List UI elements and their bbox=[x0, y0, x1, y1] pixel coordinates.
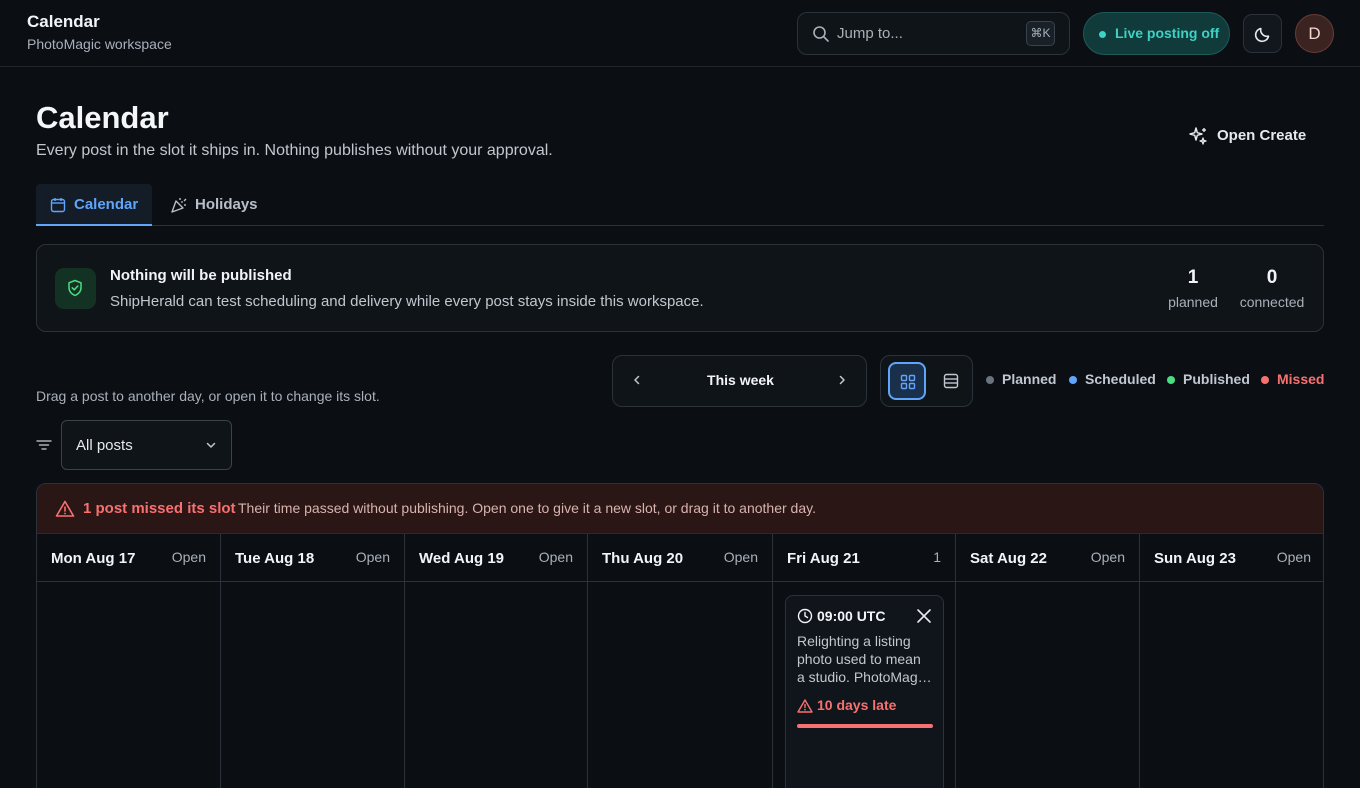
tab-holidays-label: Holidays bbox=[195, 196, 258, 213]
planned-count: 1 bbox=[1187, 267, 1199, 288]
status-legend: Planned Scheduled Published Missed bbox=[986, 371, 1326, 389]
legend-dot bbox=[1261, 376, 1269, 384]
day-header-sat: Sat Aug 22 Open bbox=[956, 534, 1140, 582]
connected-label: connected bbox=[1239, 294, 1305, 310]
warning-icon bbox=[55, 500, 75, 517]
late-progress-fill bbox=[797, 724, 933, 728]
filter-value: All posts bbox=[76, 437, 133, 454]
late-progress-bar bbox=[797, 724, 933, 728]
missed-banner: 1 post missed its slot Their time passed… bbox=[37, 484, 1323, 534]
workspace-name: PhotoMagic workspace bbox=[27, 36, 172, 52]
post-card[interactable]: 09:00 UTC Relighting a listing photo use… bbox=[785, 595, 944, 788]
week-label[interactable]: This week bbox=[613, 372, 868, 388]
planned-label: planned bbox=[1168, 294, 1218, 310]
shield-badge bbox=[55, 268, 96, 309]
sandbox-notice: Nothing will be published ShipHerald can… bbox=[36, 244, 1324, 332]
jump-to-search[interactable]: Jump to... ⌘K bbox=[797, 12, 1070, 55]
tab-holidays[interactable]: Holidays bbox=[166, 184, 276, 226]
live-posting-toggle[interactable]: Live posting off bbox=[1083, 12, 1230, 55]
page-subtitle: Every post in the slot it ships in. Noth… bbox=[36, 142, 553, 159]
x-logo-icon bbox=[917, 609, 931, 623]
grid-icon bbox=[900, 374, 916, 390]
top-bar: Calendar PhotoMagic workspace Jump to...… bbox=[0, 0, 1360, 67]
legend-dot bbox=[1167, 376, 1175, 384]
tab-calendar[interactable]: Calendar bbox=[36, 184, 152, 226]
party-popper-icon bbox=[171, 198, 187, 213]
open-day-button[interactable]: Open bbox=[356, 549, 390, 565]
connected-stat: 0 connected bbox=[1233, 267, 1311, 310]
day-header-fri: Fri Aug 21 1 bbox=[773, 534, 956, 582]
day-cell-tue[interactable] bbox=[221, 582, 405, 788]
calendar-icon bbox=[50, 198, 66, 213]
user-avatar[interactable]: D bbox=[1295, 14, 1334, 53]
chevron-right-icon[interactable] bbox=[836, 374, 848, 386]
late-status: 10 days late bbox=[817, 697, 897, 713]
list-view-button[interactable] bbox=[933, 362, 971, 400]
shield-check-icon bbox=[68, 279, 82, 297]
post-count-badge: 1 bbox=[933, 549, 941, 565]
day-header-thu: Thu Aug 20 Open bbox=[588, 534, 773, 582]
drag-hint: Drag a post to another day, or open it t… bbox=[36, 388, 380, 404]
open-day-button[interactable]: Open bbox=[1277, 549, 1311, 565]
notice-text: ShipHerald can test scheduling and deliv… bbox=[110, 293, 704, 310]
week-navigator: This week bbox=[612, 355, 867, 407]
missed-text: Their time passed without publishing. Op… bbox=[238, 500, 816, 516]
post-time: 09:00 UTC bbox=[817, 608, 886, 624]
day-cell-wed[interactable] bbox=[405, 582, 588, 788]
clock-icon bbox=[797, 608, 813, 624]
day-header-mon: Mon Aug 17 Open bbox=[37, 534, 221, 582]
tab-bar: Calendar Holidays bbox=[36, 184, 1324, 226]
warning-icon bbox=[797, 699, 813, 713]
post-excerpt: Relighting a listing photo used to mean … bbox=[797, 633, 934, 685]
theme-toggle-button[interactable] bbox=[1243, 14, 1282, 53]
chevron-down-icon bbox=[206, 442, 216, 448]
app-title: Calendar bbox=[27, 12, 100, 31]
day-cell-sun[interactable] bbox=[1140, 582, 1323, 788]
search-placeholder: Jump to... bbox=[837, 25, 903, 42]
live-posting-label: Live posting off bbox=[1115, 25, 1220, 41]
day-header-wed: Wed Aug 19 Open bbox=[405, 534, 588, 582]
grid-view-button[interactable] bbox=[888, 362, 926, 400]
open-day-button[interactable]: Open bbox=[724, 549, 758, 565]
day-header-sun: Sun Aug 23 Open bbox=[1140, 534, 1323, 582]
notice-title: Nothing will be published bbox=[110, 267, 292, 284]
sparkles-icon bbox=[1189, 127, 1207, 145]
legend-dot bbox=[986, 376, 994, 384]
connected-count: 0 bbox=[1266, 267, 1278, 288]
open-day-button[interactable]: Open bbox=[172, 549, 206, 565]
filter-icon bbox=[36, 440, 52, 450]
day-cell-mon[interactable] bbox=[37, 582, 221, 788]
planned-stat: 1 planned bbox=[1163, 267, 1223, 310]
missed-title: 1 post missed its slot bbox=[83, 500, 236, 517]
moon-icon bbox=[1254, 27, 1270, 43]
search-icon bbox=[813, 26, 829, 42]
page-title: Calendar bbox=[36, 100, 169, 135]
open-create-label: Open Create bbox=[1217, 127, 1307, 144]
status-dot bbox=[1099, 31, 1106, 38]
open-day-button[interactable]: Open bbox=[539, 549, 573, 565]
week-calendar: 1 post missed its slot Their time passed… bbox=[36, 483, 1324, 788]
post-filter-select[interactable]: All posts bbox=[61, 420, 232, 470]
day-header-tue: Tue Aug 18 Open bbox=[221, 534, 405, 582]
day-cell-thu[interactable] bbox=[588, 582, 773, 788]
open-day-button[interactable]: Open bbox=[1091, 549, 1125, 565]
shortcut-badge: ⌘K bbox=[1026, 21, 1055, 46]
list-icon bbox=[943, 373, 959, 389]
day-cell-sat[interactable] bbox=[956, 582, 1140, 788]
view-toggle bbox=[880, 355, 973, 407]
tab-calendar-label: Calendar bbox=[74, 196, 139, 213]
legend-dot bbox=[1069, 376, 1077, 384]
